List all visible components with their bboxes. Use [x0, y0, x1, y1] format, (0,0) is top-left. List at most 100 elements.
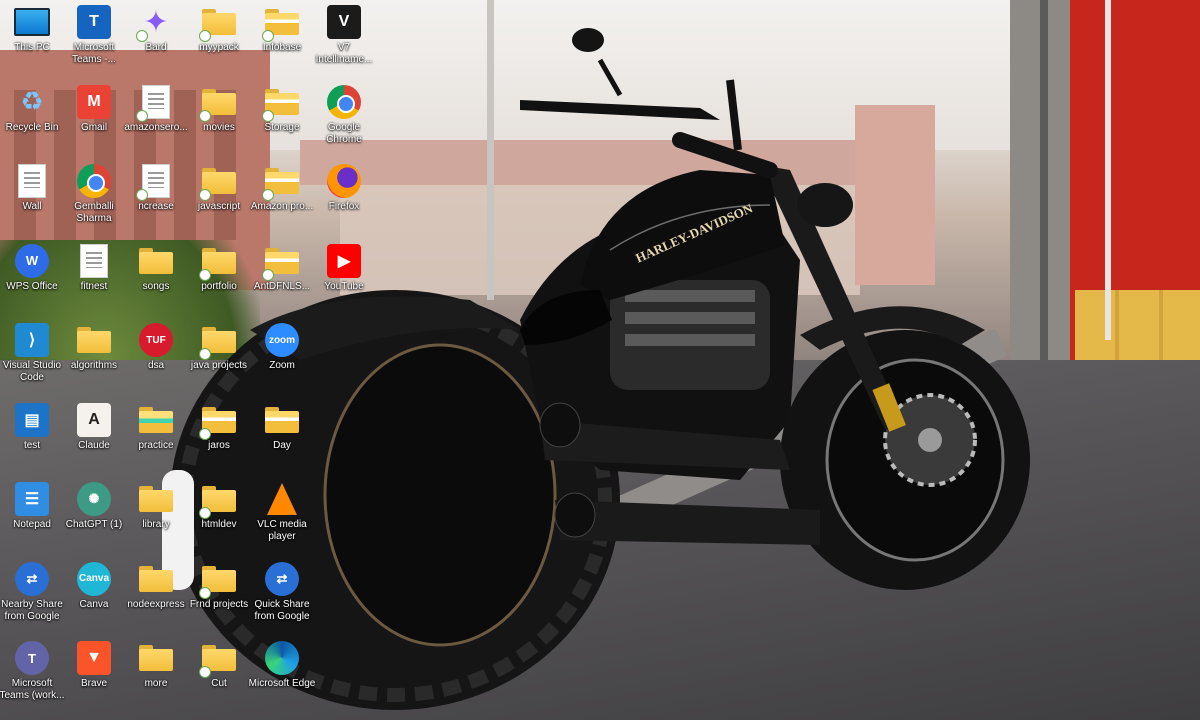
canva-icon: Canva — [76, 561, 112, 597]
desktop-icon-test[interactable]: ▤ test — [0, 402, 64, 478]
desktop-icon-label: Google Chrome — [326, 121, 362, 145]
quick-share-from-google-icon: ⇄ — [264, 561, 300, 597]
desktop-icon-storage[interactable]: Storage — [250, 84, 314, 160]
desktop-icon-quick-share-from-google[interactable]: ⇄ Quick Share from Google — [250, 561, 314, 637]
desktop-icon-this-pc[interactable]: This PC — [0, 4, 64, 80]
desktop-icon-vlc-media-player[interactable]: VLC media player — [250, 481, 314, 557]
desktop-icon-nodeexpress[interactable]: nodeexpress — [124, 561, 188, 637]
desktop-icon-google-chrome[interactable]: Google Chrome — [312, 84, 376, 160]
desktop-icon-cut[interactable]: Cut — [187, 640, 251, 716]
zoom-icon: zoom — [264, 322, 300, 358]
desktop-icon-v7-intelliname[interactable]: V V7 Intelliname... — [312, 4, 376, 80]
desktop-icon-movies[interactable]: movies — [187, 84, 251, 160]
desktop-icon-ncrease[interactable]: ncrease — [124, 163, 188, 239]
frnd-projects-icon — [199, 561, 237, 599]
desktop-icon-microsoft-edge[interactable]: Microsoft Edge — [248, 640, 316, 716]
gemballi-sharma-icon — [76, 163, 112, 199]
desktop-icon-label: Microsoft Edge — [248, 678, 316, 689]
desktop-icon-brave[interactable]: ▼ Brave — [62, 640, 126, 716]
test-icon: ▤ — [14, 402, 50, 438]
google-chrome-icon — [326, 84, 362, 120]
cut-icon — [199, 640, 237, 678]
this-pc-icon — [14, 4, 50, 40]
desktop-icon-portfolio[interactable]: portfolio — [187, 243, 251, 319]
desktop-icon-label: myypack — [199, 42, 239, 53]
desktop-icon-day[interactable]: Day — [250, 402, 314, 478]
desktop-icon-label: Quick Share from Google — [254, 598, 310, 622]
desktop-icon-bard[interactable]: ✦ Bard — [124, 4, 188, 80]
desktop-icon-wall[interactable]: Wall — [0, 163, 64, 239]
sync-status-icon — [136, 109, 148, 122]
amazonsero-icon — [136, 84, 174, 122]
desktop-icon-label: library — [142, 519, 170, 530]
desktop-icon-algorithms[interactable]: algorithms — [62, 322, 126, 398]
desktop-icon-microsoft-teams[interactable]: T Microsoft Teams -... — [62, 4, 126, 80]
desktop-icon-nearby-share-from-google[interactable]: ⇄ Nearby Share from Google — [0, 561, 64, 637]
desktop-icon-frnd-projects[interactable]: Frnd projects — [187, 561, 251, 637]
jaros-icon — [199, 402, 237, 440]
java-projects-icon — [199, 322, 237, 360]
desktop-icon-firefox[interactable]: Firefox — [312, 163, 376, 239]
desktop-icon-label: ChatGPT (1) — [65, 519, 123, 530]
desktop-icon-microsoft-teams-work[interactable]: T Microsoft Teams (work... — [0, 640, 65, 716]
desktop-icon-label: more — [144, 678, 168, 689]
firefox-icon — [326, 163, 362, 199]
microsoft-teams-work-icon: T — [14, 640, 50, 676]
desktop-icon-practice[interactable]: practice — [124, 402, 188, 478]
desktop-icon-grid: This PC ♻ Recycle Bin Wall W WPS Office ⟩ Visua… — [0, 0, 1200, 720]
sync-status-icon — [199, 586, 211, 599]
desktop-icon-dsa[interactable]: TUF dsa — [124, 322, 188, 398]
javascript-icon — [199, 163, 237, 201]
desktop-icon-htmldev[interactable]: htmldev — [187, 481, 251, 557]
desktop-icon-gmail[interactable]: M Gmail — [62, 84, 126, 160]
desktop-icon-label: Infobase — [262, 42, 302, 53]
myypack-icon — [199, 4, 237, 42]
wps-office-icon: W — [14, 243, 50, 279]
desktop-icon-notepad[interactable]: ☰ Notepad — [0, 481, 64, 557]
desktop-icon-recycle-bin[interactable]: ♻ Recycle Bin — [0, 84, 64, 160]
desktop-icon-infobase[interactable]: Infobase — [250, 4, 314, 80]
v7-intelliname-icon: V — [326, 4, 362, 40]
sync-status-icon — [199, 507, 211, 519]
desktop-icon-songs[interactable]: songs — [124, 243, 188, 319]
desktop-icon-canva[interactable]: Canva Canva — [62, 561, 126, 637]
desktop-icon-amazon-pro[interactable]: Amazon pro... — [250, 163, 314, 239]
dsa-icon: TUF — [138, 322, 174, 358]
nearby-share-from-google-icon: ⇄ — [14, 561, 50, 597]
microsoft-edge-icon — [264, 640, 300, 676]
desktop-icon-label: This PC — [14, 42, 50, 53]
amazon-pro-icon — [262, 163, 300, 201]
desktop-icon-gemballi-sharma[interactable]: Gemballi Sharma — [62, 163, 126, 239]
desktop-icon-myypack[interactable]: myypack — [187, 4, 251, 80]
desktop-icon-zoom[interactable]: zoom Zoom — [250, 322, 314, 398]
songs-icon — [138, 243, 174, 279]
desktop-icon-java-projects[interactable]: java projects — [187, 322, 251, 398]
portfolio-icon — [199, 243, 237, 281]
desktop-icon-antdfnls[interactable]: AntDFNLS... — [250, 243, 314, 319]
fitnest-icon — [76, 243, 112, 279]
desktop-icon-amazonsero[interactable]: amazonsero... — [124, 84, 188, 160]
desktop-icon-jaros[interactable]: jaros — [187, 402, 251, 478]
desktop-icon-javascript[interactable]: javascript — [187, 163, 251, 239]
desktop-icon-youtube[interactable]: ▶ YouTube — [312, 243, 376, 319]
desktop-icon-more[interactable]: more — [124, 640, 188, 716]
sync-status-icon — [199, 30, 211, 42]
wall-icon — [14, 163, 50, 199]
vlc-media-player-icon — [264, 481, 300, 517]
desktop-icon-fitnest[interactable]: fitnest — [62, 243, 126, 319]
desktop-icon-label: java projects — [190, 360, 248, 371]
desktop-icon-library[interactable]: library — [124, 481, 188, 557]
desktop-icon-visual-studio-code[interactable]: ⟩ Visual Studio Code — [0, 322, 64, 398]
desktop-icon-label: amazonsero... — [124, 121, 188, 133]
movies-icon — [199, 84, 237, 122]
sync-status-icon — [199, 268, 211, 281]
desktop-icon-claude[interactable]: A Claude — [62, 402, 126, 478]
desktop-icon-wps-office[interactable]: W WPS Office — [0, 243, 64, 319]
desktop-icon-label: javascript — [197, 201, 241, 212]
desktop-icon-chatgpt-1[interactable]: ✺ ChatGPT (1) — [62, 481, 126, 557]
desktop-icon-label: jaros — [208, 439, 230, 451]
desktop-icon-label: test — [23, 439, 41, 451]
sync-status-icon — [262, 109, 274, 122]
desktop-icon-label: Nearby Share from Google — [1, 598, 63, 622]
desktop-icon-label: Canva — [79, 598, 109, 610]
